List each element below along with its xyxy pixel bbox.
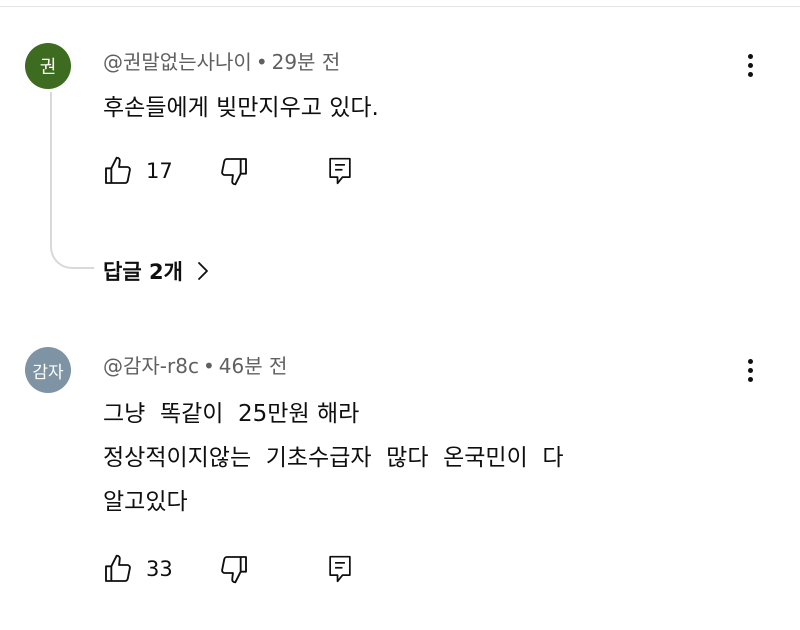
avatar-initial: 감자 — [32, 362, 64, 383]
more-vertical-icon[interactable] — [738, 355, 762, 385]
comment-meta: @감자-r8c • 46분 전 — [103, 350, 287, 379]
comment-text: 후손들에게 빚만지우고 있다. — [103, 95, 379, 121]
like-button[interactable]: 17 — [102, 155, 173, 187]
thumbs-up-icon — [105, 554, 131, 582]
dislike-button[interactable] — [218, 553, 250, 585]
like-button[interactable]: 33 — [102, 553, 173, 585]
comment-text-line: 그냥 똑같이 25만원 해라 — [103, 401, 360, 427]
meta-separator: • — [202, 354, 215, 378]
avatar[interactable]: 감자 — [25, 347, 71, 393]
comment-time: 46분 전 — [218, 354, 288, 378]
comment-time: 29분 전 — [271, 50, 341, 74]
replies-label: 답글 2개 — [103, 260, 183, 284]
comment-author[interactable]: @감자-r8c — [103, 354, 199, 378]
divider — [0, 6, 800, 7]
view-replies-button[interactable]: 답글 2개 — [103, 256, 209, 286]
more-vertical-icon[interactable] — [738, 50, 762, 80]
thumbs-up-icon — [105, 156, 131, 184]
comments-page: 권 @권말없는사나이 • 29분 전 후손들에게 빚만지우고 있다. 17 답글… — [0, 0, 800, 630]
chevron-right-icon — [197, 262, 208, 280]
like-count: 17 — [146, 159, 173, 183]
comment-meta: @권말없는사나이 • 29분 전 — [103, 46, 340, 75]
reply-icon — [329, 555, 351, 583]
comment-text-line: 정상적이지않는 기초수급자 많다 온국민이 다 — [103, 445, 564, 471]
avatar[interactable]: 권 — [25, 43, 71, 89]
reply-button[interactable] — [325, 553, 355, 585]
comment-author[interactable]: @권말없는사나이 — [103, 50, 252, 74]
thread-connector — [50, 92, 94, 269]
meta-separator: • — [255, 50, 268, 74]
thumbs-down-icon — [221, 556, 247, 584]
reply-button[interactable] — [325, 155, 355, 187]
avatar-initial: 권 — [39, 57, 57, 78]
reply-icon — [329, 157, 351, 185]
like-count: 33 — [146, 557, 173, 581]
comment-text-line: 알고있다 — [103, 489, 188, 515]
dislike-button[interactable] — [218, 155, 250, 187]
thumbs-down-icon — [221, 158, 247, 186]
